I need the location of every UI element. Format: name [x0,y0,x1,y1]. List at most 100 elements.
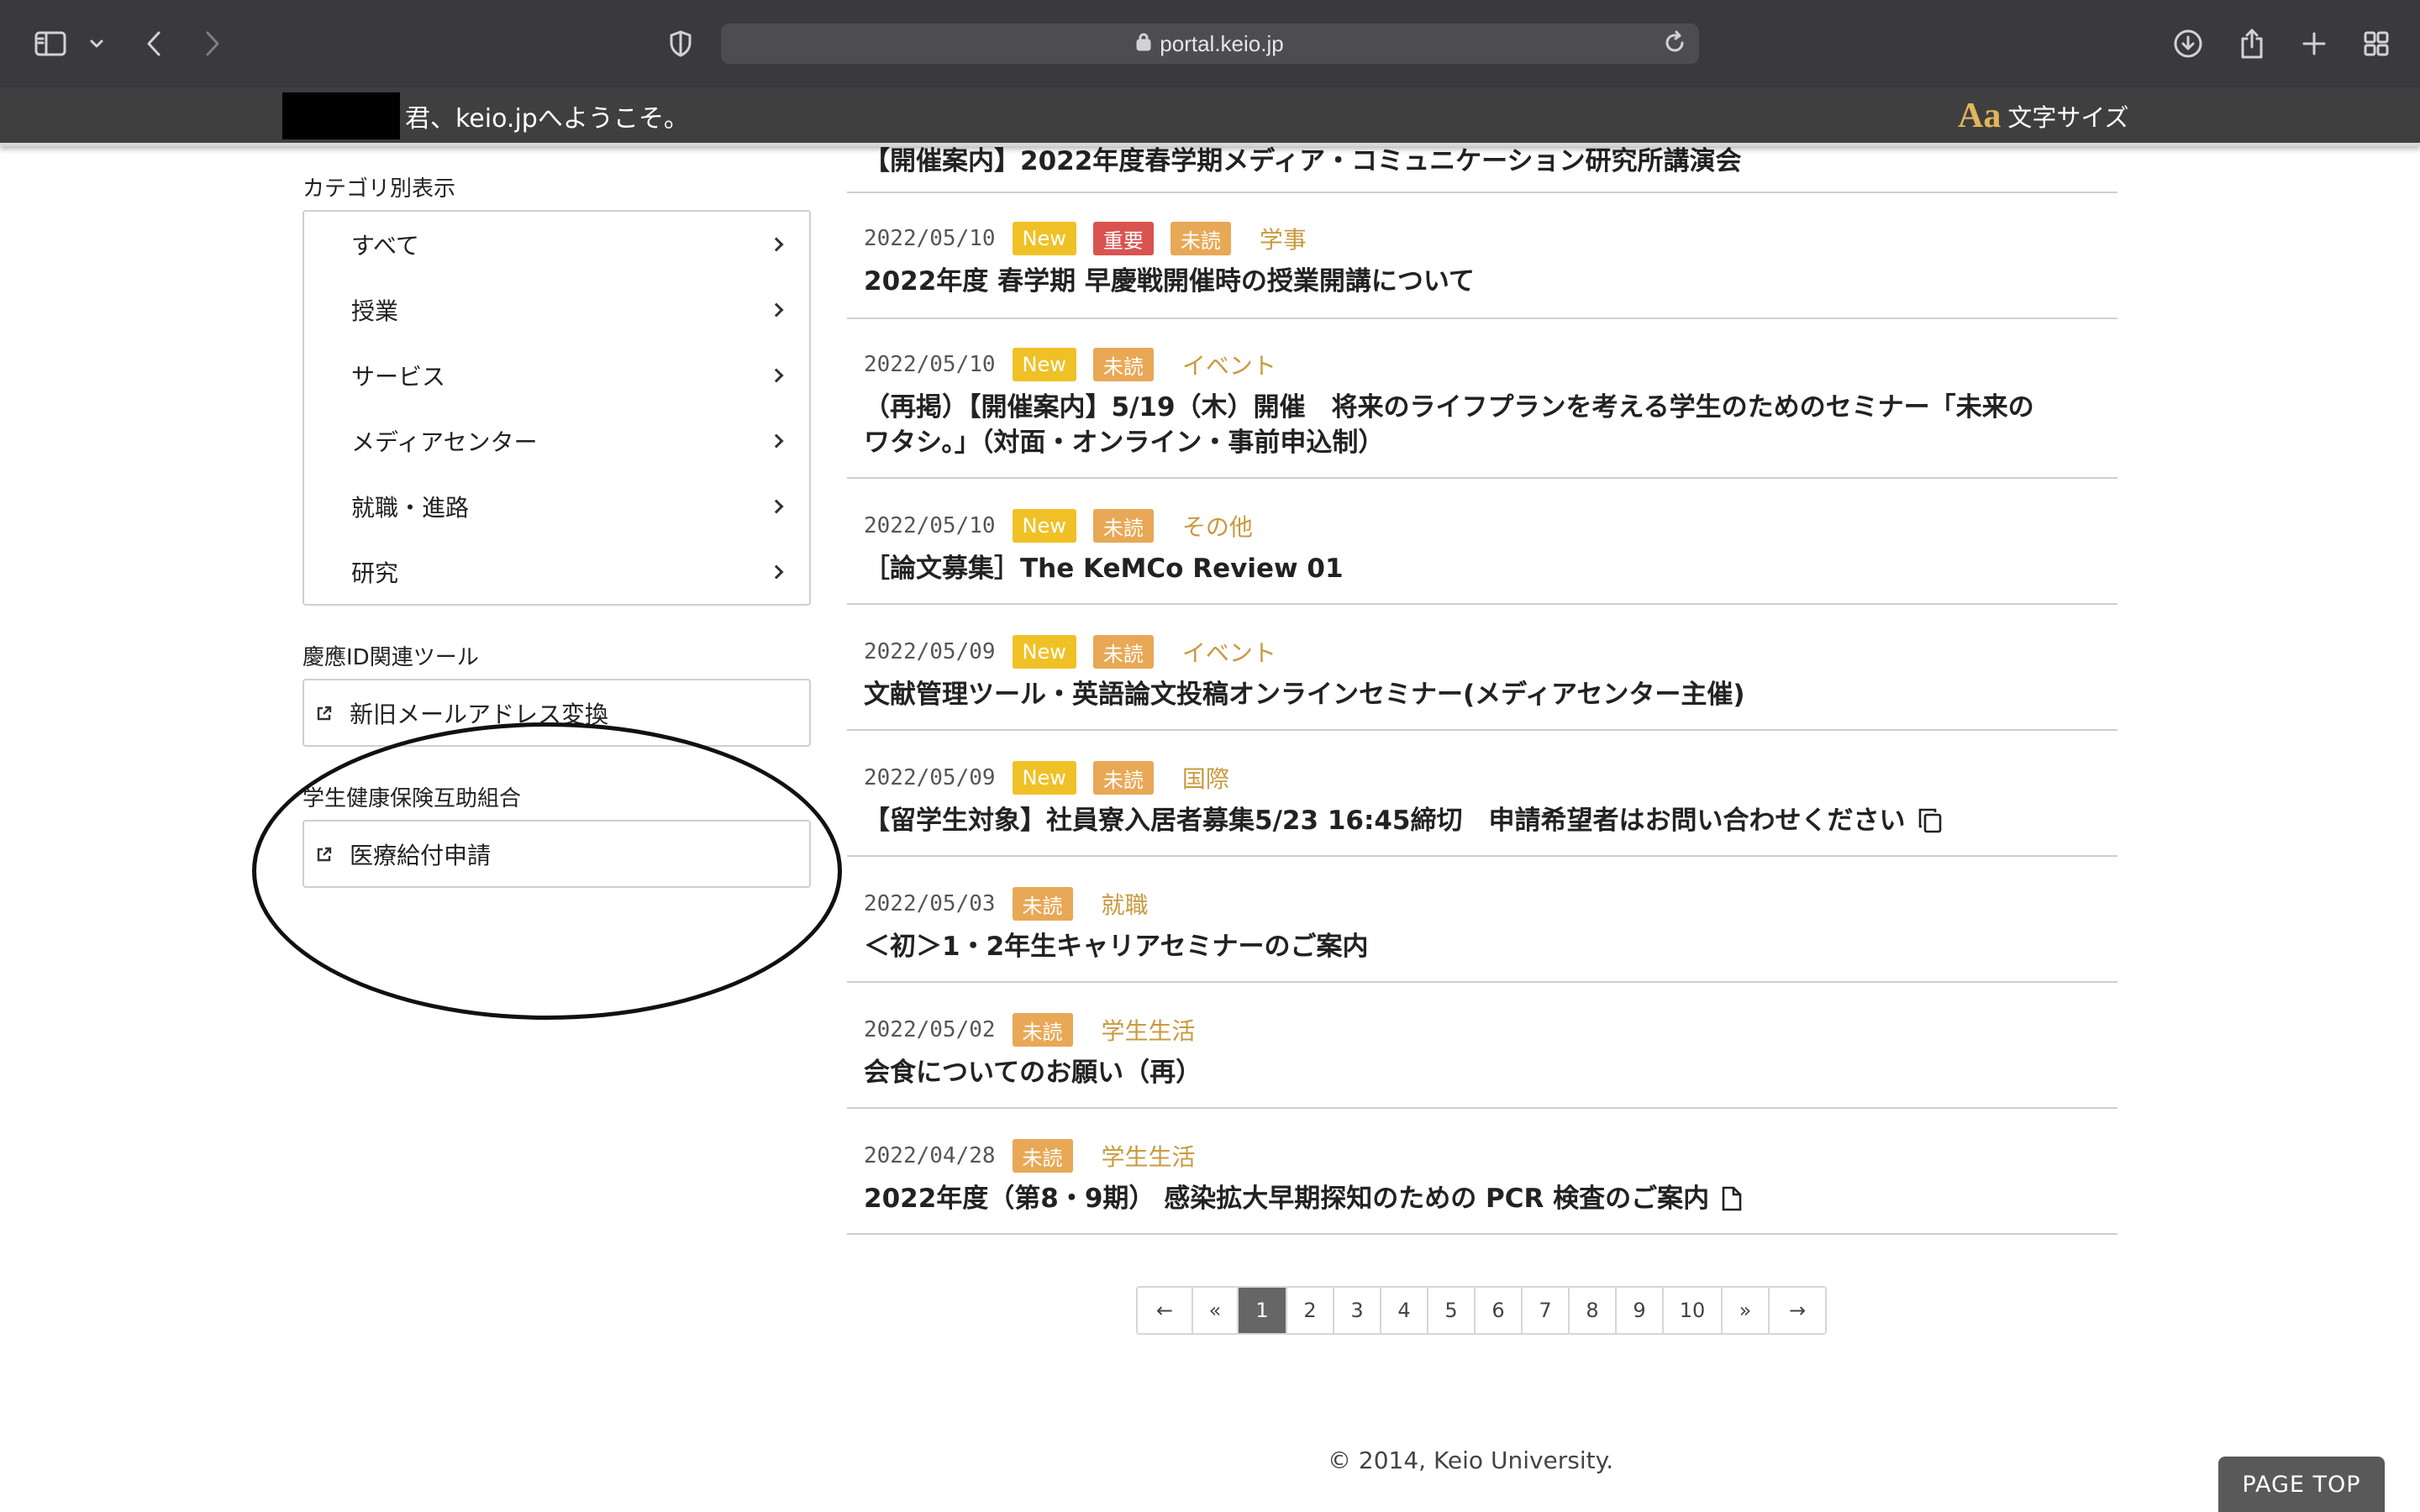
category-career[interactable]: 就職・進路 [351,474,797,539]
unread-badge: 未読 [1092,635,1154,669]
news-item: 2022/05/09 New 未読 イベント 文献管理ツール・英語論文投稿オンラ… [864,633,2107,712]
divider [847,855,2118,857]
news-title-line: （再掲）【開催案内】5/19（木）開催 将来のライフプランを考える学生のためのセ… [864,392,2034,423]
news-category-link[interactable]: 就職 [1102,887,1149,921]
news-item: 2022/05/02 未読 学生生活 会食についてのお願い（再） [864,1011,2107,1090]
category-menu: すべて 授業 サービス メディアセンター 就職・進路 研究 [302,210,811,606]
lock-icon [1136,31,1151,57]
unread-badge: 未読 [1170,222,1231,255]
share-icon[interactable] [2235,24,2269,64]
category-services[interactable]: サービス [351,343,797,408]
address-bar[interactable]: portal.keio.jp [721,24,1699,64]
external-link-icon [316,705,333,722]
category-section-title: カテゴリ別表示 [302,176,456,202]
news-date: 2022/05/09 [864,765,996,790]
unread-badge: 未読 [1012,1013,1073,1047]
news-title-link[interactable]: 会食についてのお願い（再） [864,1055,2107,1090]
news-title-link[interactable]: 文献管理ツール・英語論文投稿オンラインセミナー(メディアセンター主催) [864,677,2107,712]
back-icon[interactable] [141,24,166,64]
divider [847,729,2118,731]
pagination-page-1[interactable]: 1 [1239,1288,1287,1333]
sidebar-icon[interactable] [34,24,67,64]
font-size-label: 文字サイズ [2007,103,2129,132]
news-date: 2022/05/09 [864,639,996,664]
unread-badge: 未読 [1092,761,1154,795]
news-title-link[interactable]: ＜初＞1・2年生キャリアセミナーのご案内 [864,929,2107,964]
privacy-shield-icon[interactable] [664,24,697,64]
copyright-text: © 2014, Keio University. [1328,1446,1614,1474]
page-top-button[interactable]: PAGE TOP [2218,1457,2385,1512]
insurance-section-title: 学生健康保険互助組合 [302,786,522,811]
news-title-link[interactable]: 【留学生対象】社員寮入居者募集5/23 16:45締切 申請希望者はお問い合わせ… [864,803,2107,838]
category-research[interactable]: 研究 [351,539,797,605]
news-category-link[interactable]: イベント [1182,635,1276,669]
redacted-username [282,92,400,139]
news-date: 2022/05/10 [864,352,996,377]
chevron-right-icon [769,564,784,580]
new-badge: New [1012,348,1076,381]
pagination-page-5[interactable]: 5 [1428,1288,1476,1333]
unread-badge: 未読 [1012,1139,1073,1173]
divider [847,981,2118,983]
pagination-page-8[interactable]: 8 [1570,1288,1617,1333]
new-tab-icon[interactable] [2297,24,2331,64]
chevron-right-icon [769,368,784,383]
news-date: 2022/05/03 [864,891,996,916]
new-badge: New [1012,509,1076,543]
divider [847,603,2118,605]
divider [847,318,2118,319]
pagination-prev[interactable]: « [1193,1288,1239,1333]
divider [847,1233,2118,1235]
news-item: 2022/04/28 未読 学生生活 2022年度（第8・9期） 感染拡大早期探… [864,1137,2107,1216]
medical-benefit-application-link[interactable]: 医療給付申請 [302,820,811,888]
chevron-right-icon [769,433,784,449]
pagination-last[interactable]: → [1770,1288,1825,1333]
welcome-message: 君、keio.jpへようこそ。 [405,104,689,134]
news-date: 2022/04/28 [864,1143,996,1168]
tool-label: 医療給付申請 [350,841,492,869]
news-category-link[interactable]: 学事 [1260,222,1307,255]
news-title-link[interactable]: 2022年度 春学期 早慶戦開催時の授業開講について [864,264,2107,299]
news-category-link[interactable]: イベント [1182,348,1276,381]
pagination-page-2[interactable]: 2 [1287,1288,1334,1333]
pagination-page-4[interactable]: 4 [1381,1288,1428,1333]
browser-toolbar: portal.keio.jp [0,0,2420,87]
font-size-button[interactable]: Aa 文字サイズ [1958,96,2128,136]
category-media-center[interactable]: メディアセンター [351,408,797,474]
pagination-page-7[interactable]: 7 [1523,1288,1570,1333]
unread-badge: 未読 [1092,509,1154,543]
divider [847,477,2118,479]
news-item: 2022/05/10 New 重要 未読 学事 2022年度 春学期 早慶戦開催… [864,220,2107,299]
news-date: 2022/05/10 [864,513,996,538]
pagination-page-3[interactable]: 3 [1334,1288,1381,1333]
pagination-page-10[interactable]: 10 [1664,1288,1723,1333]
category-all[interactable]: すべて [351,212,797,277]
news-category-link[interactable]: その他 [1182,509,1253,543]
news-category-link[interactable]: 学生生活 [1102,1139,1196,1173]
pagination-page-9[interactable]: 9 [1617,1288,1664,1333]
new-badge: New [1012,761,1076,795]
news-title-line: ワタシ。」（対面・オンライン・事前申込制） [864,428,1385,458]
new-badge: New [1012,222,1076,255]
copy-icon [1918,807,1943,834]
news-item: 2022/05/03 未読 就職 ＜初＞1・2年生キャリアセミナーのご案内 [864,885,2107,964]
important-badge: 重要 [1092,222,1154,255]
reload-icon[interactable] [1662,30,1687,61]
document-icon [1721,1185,1743,1212]
chevron-right-icon [769,499,784,514]
news-category-link[interactable]: 国際 [1182,761,1229,795]
news-title-link[interactable]: ［論文募集］The KeMCo Review 01 [864,551,2107,586]
tab-overview-icon[interactable] [2360,24,2393,64]
category-classes[interactable]: 授業 [351,277,797,343]
download-icon[interactable] [2171,24,2205,64]
pagination-first[interactable]: ← [1138,1288,1193,1333]
email-address-converter-link[interactable]: 新旧メールアドレス変換 [302,679,811,747]
news-category-link[interactable]: 学生生活 [1102,1013,1196,1047]
pagination-page-6[interactable]: 6 [1476,1288,1523,1333]
chevron-down-icon[interactable] [87,24,106,64]
news-title-link[interactable]: （再掲）【開催案内】5/19（木）開催 将来のライフプランを考える学生のためのセ… [864,390,2107,460]
news-title-link[interactable]: 2022年度（第8・9期） 感染拡大早期探知のための PCR 検査のご案内 [864,1181,2107,1216]
pagination-next[interactable]: » [1723,1288,1770,1333]
news-title-text: 2022年度（第8・9期） 感染拡大早期探知のための PCR 検査のご案内 [864,1184,1710,1214]
forward-icon[interactable] [200,24,225,64]
